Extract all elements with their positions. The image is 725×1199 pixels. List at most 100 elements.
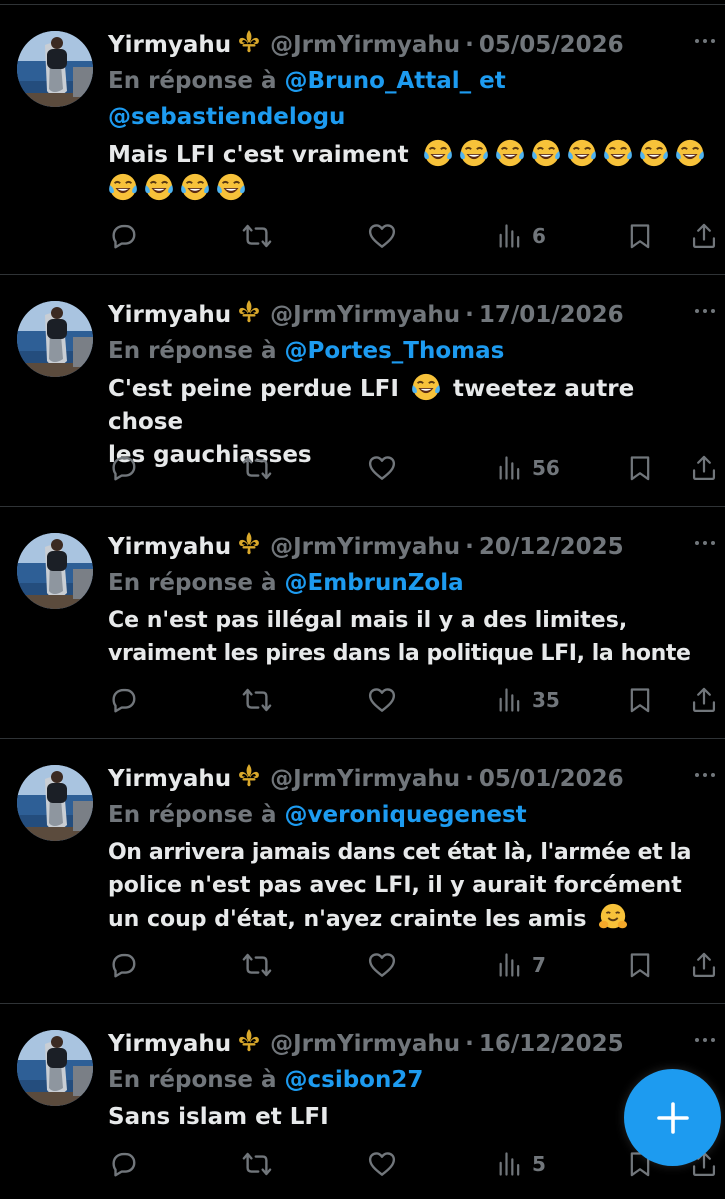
bookmark-icon	[626, 222, 654, 250]
bookmark-icon	[626, 686, 654, 714]
views-count: 5	[532, 1152, 546, 1176]
tweet[interactable]: Yirmyahu @JrmYirmyahu · 20/12/2025 En ré…	[0, 507, 725, 739]
share-button[interactable]	[690, 947, 718, 983]
heart-icon	[367, 1149, 397, 1179]
views-button[interactable]: 5	[496, 1146, 546, 1182]
like-button[interactable]	[367, 682, 397, 718]
plus-icon	[656, 1101, 689, 1134]
avatar[interactable]	[17, 301, 93, 377]
display-name[interactable]: Yirmyahu	[108, 534, 231, 560]
views-button[interactable]: 56	[496, 450, 560, 486]
tweet-date[interactable]: 17/01/2026	[479, 302, 624, 328]
tweet-date[interactable]: 20/12/2025	[479, 534, 624, 560]
reply-icon	[108, 1149, 138, 1179]
share-icon	[690, 951, 718, 979]
display-name[interactable]: Yirmyahu	[108, 766, 231, 792]
user-handle[interactable]: @JrmYirmyahu	[270, 1031, 460, 1057]
action-bar: 7	[108, 947, 720, 983]
compose-button[interactable]	[624, 1069, 721, 1166]
like-button[interactable]	[367, 450, 397, 486]
fleur-de-lis-icon	[236, 531, 262, 563]
user-handle[interactable]: @JrmYirmyahu	[270, 302, 460, 328]
heart-icon	[367, 221, 397, 251]
action-bar: 5	[108, 1146, 720, 1182]
tweet-text-line: un coup d'état, n'ayez crainte les amis	[108, 907, 587, 932]
tweet-date[interactable]: 05/05/2026	[479, 32, 624, 58]
hugging-face-emoji-icon	[598, 902, 628, 932]
retweet-icon	[242, 453, 272, 483]
views-count: 6	[532, 224, 546, 248]
tweet-header: Yirmyahu @JrmYirmyahu · 05/05/2026	[108, 27, 716, 63]
avatar[interactable]	[17, 1030, 93, 1106]
mention-link[interactable]: @csibon27	[285, 1067, 424, 1093]
reply-icon	[108, 221, 138, 251]
bookmark-button[interactable]	[626, 218, 654, 254]
action-bar: 35	[108, 682, 720, 718]
views-chart-icon	[496, 1150, 524, 1178]
tweet[interactable]: Yirmyahu @JrmYirmyahu · 17/01/2026 En ré…	[0, 275, 725, 507]
user-handle[interactable]: @JrmYirmyahu	[270, 766, 460, 792]
separator: ·	[465, 534, 474, 560]
tweet[interactable]: Yirmyahu @JrmYirmyahu · 16/12/2025 En ré…	[0, 1004, 725, 1199]
tweet-date[interactable]: 05/01/2026	[479, 766, 624, 792]
tweet-text-line: Mais LFI c'est vraiment	[108, 142, 409, 168]
retweet-button[interactable]	[242, 1146, 272, 1182]
views-button[interactable]: 35	[496, 682, 560, 718]
reply-button[interactable]	[108, 682, 138, 718]
share-button[interactable]	[690, 450, 718, 486]
retweet-button[interactable]	[242, 218, 272, 254]
tweet-date[interactable]: 16/12/2025	[479, 1031, 624, 1057]
tweet-text-line: police n'est pas avec LFI, il y aurait f…	[108, 873, 682, 898]
reply-context: En réponse à @EmbrunZola	[108, 565, 716, 601]
share-button[interactable]	[690, 218, 718, 254]
bookmark-button[interactable]	[626, 450, 654, 486]
tweet-text-line: On arrivera jamais dans cet état là, l'a…	[108, 840, 692, 865]
fleur-de-lis-icon	[236, 763, 262, 795]
reply-button[interactable]	[108, 947, 138, 983]
mention-link[interactable]: @veroniquegenest	[285, 802, 527, 828]
tweet-header: Yirmyahu @JrmYirmyahu · 05/01/2026	[108, 761, 716, 797]
retweet-button[interactable]	[242, 682, 272, 718]
views-count: 35	[532, 688, 560, 712]
like-button[interactable]	[367, 1146, 397, 1182]
views-button[interactable]: 7	[496, 947, 546, 983]
tweet-header: Yirmyahu @JrmYirmyahu · 16/12/2025	[108, 1026, 716, 1062]
avatar[interactable]	[17, 31, 93, 107]
bookmark-button[interactable]	[626, 682, 654, 718]
reply-button[interactable]	[108, 450, 138, 486]
mention-link[interactable]: @sebastiendelogu	[108, 104, 345, 130]
share-icon	[690, 454, 718, 482]
user-handle[interactable]: @JrmYirmyahu	[270, 32, 460, 58]
retweet-button[interactable]	[242, 450, 272, 486]
avatar[interactable]	[17, 765, 93, 841]
display-name[interactable]: Yirmyahu	[108, 32, 231, 58]
like-button[interactable]	[367, 218, 397, 254]
bookmark-button[interactable]	[626, 947, 654, 983]
reply-button[interactable]	[108, 1146, 138, 1182]
action-bar: 6	[108, 218, 720, 254]
views-button[interactable]: 6	[496, 218, 546, 254]
share-button[interactable]	[690, 682, 718, 718]
heart-icon	[367, 453, 397, 483]
reply-joiner: et	[479, 68, 506, 94]
views-chart-icon	[496, 222, 524, 250]
mention-link[interactable]: @EmbrunZola	[285, 570, 464, 596]
retweet-button[interactable]	[242, 947, 272, 983]
mention-link[interactable]: @Bruno_Attal_	[285, 68, 472, 94]
reply-button[interactable]	[108, 218, 138, 254]
avatar[interactable]	[17, 533, 93, 609]
views-chart-icon	[496, 686, 524, 714]
tweet-text: Ce n'est pas illégal mais il y a des lim…	[108, 604, 716, 670]
display-name[interactable]: Yirmyahu	[108, 302, 231, 328]
mention-link[interactable]: @Portes_Thomas	[285, 338, 505, 364]
reply-prefix: En réponse à	[108, 68, 277, 94]
like-button[interactable]	[367, 947, 397, 983]
display-name[interactable]: Yirmyahu	[108, 1031, 231, 1057]
reply-prefix: En réponse à	[108, 802, 277, 828]
bookmark-icon	[626, 454, 654, 482]
tweet[interactable]: Yirmyahu @JrmYirmyahu · 05/01/2026 En ré…	[0, 739, 725, 1004]
tweet[interactable]: Yirmyahu @JrmYirmyahu · 05/05/2026 En ré…	[0, 5, 725, 275]
user-handle[interactable]: @JrmYirmyahu	[270, 534, 460, 560]
fleur-de-lis-icon	[236, 29, 262, 61]
heart-icon	[367, 950, 397, 980]
